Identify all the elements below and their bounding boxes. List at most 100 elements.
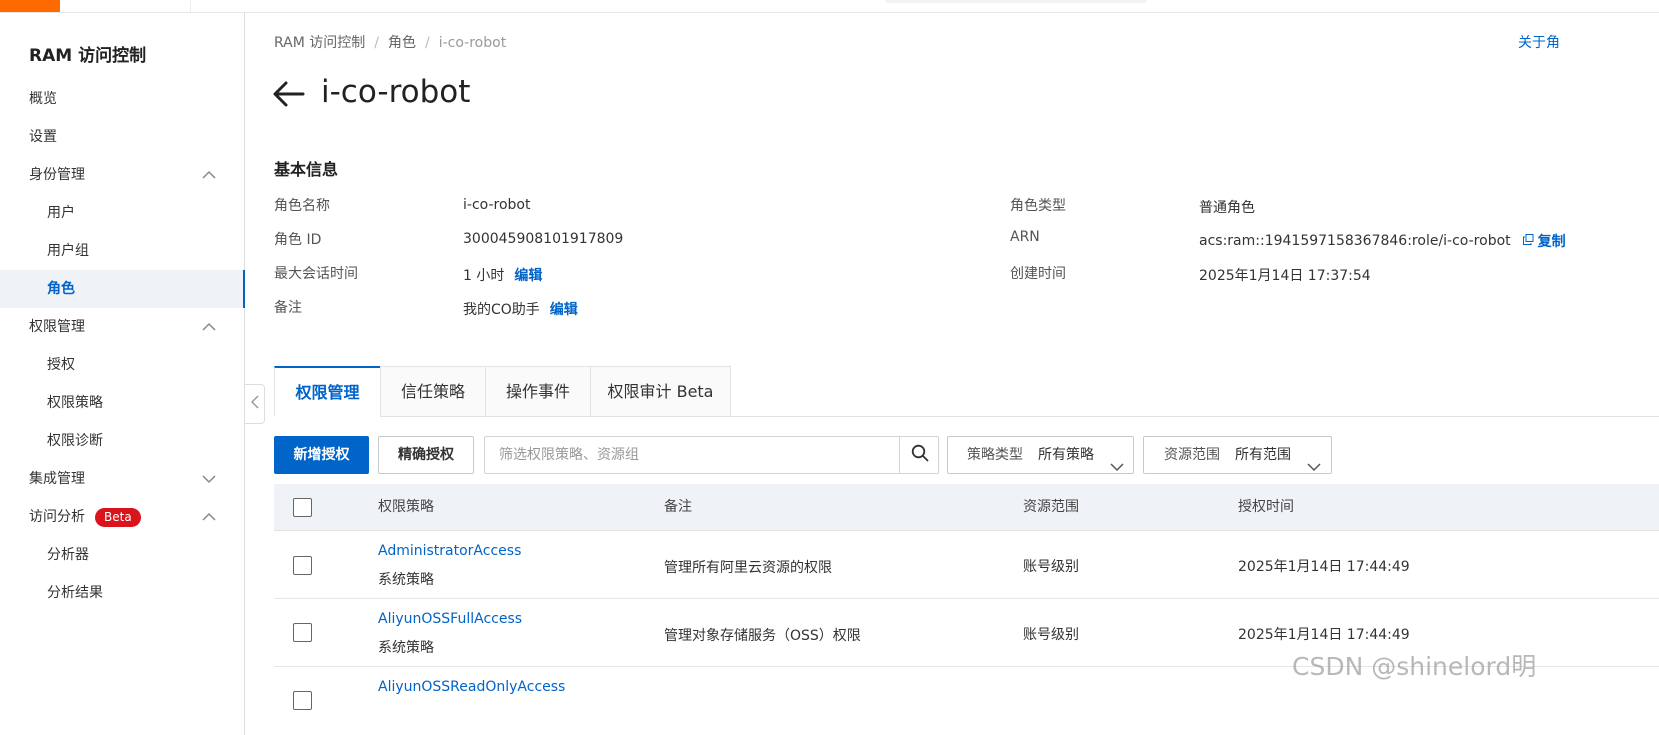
breadcrumb-item-ram[interactable]: RAM 访问控制: [274, 32, 365, 52]
sidebar-item-policies[interactable]: 权限策略: [0, 384, 245, 422]
role-name-label: 角色名称: [274, 198, 330, 214]
edit-max-session-button[interactable]: 编辑: [514, 268, 542, 284]
sidebar-item-grants[interactable]: 授权: [0, 346, 245, 384]
watermark: CSDN @shinelord明: [1292, 652, 1537, 681]
row-checkbox[interactable]: [293, 691, 312, 710]
chevron-left-icon: [250, 395, 259, 413]
max-session-field: 1 小时 编辑: [463, 265, 542, 285]
arn-label: ARN: [1010, 229, 1040, 245]
role-id-label: 角色 ID: [274, 232, 322, 248]
chevron-down-icon: [1307, 450, 1321, 486]
policy-name-link[interactable]: AdministratorAccess: [378, 543, 521, 559]
sidebar-item-settings[interactable]: 设置: [0, 118, 245, 156]
beta-badge: Beta: [95, 508, 141, 527]
policy-name[interactable]: AdministratorAccess: [378, 543, 521, 559]
sidebar-group-permissions[interactable]: 权限管理: [0, 308, 245, 346]
sidebar: RAM 访问控制 概览 设置 身份管理 用户 用户组 角色 权限管理 授权 权限…: [0, 13, 245, 735]
column-header-time: 授权时间: [1238, 499, 1294, 515]
sidebar-item-analysis-results[interactable]: 分析结果: [0, 574, 245, 612]
policy-name-link[interactable]: AliyunOSSFullAccess: [378, 611, 522, 627]
grant-time: 2025年1月14日 17:44:49: [1238, 559, 1410, 575]
chevron-up-icon: [202, 170, 216, 180]
resource-scope-value: 所有范围: [1235, 447, 1291, 463]
chevron-down-icon: [202, 474, 216, 484]
sidebar-group-access-analysis[interactable]: 访问分析 Beta: [0, 498, 245, 536]
sidebar-group-identity[interactable]: 身份管理: [0, 156, 245, 194]
select-all-checkbox[interactable]: [293, 498, 312, 517]
tab-trust-policy[interactable]: 信任策略: [380, 366, 485, 417]
row-checkbox[interactable]: [293, 623, 312, 642]
sidebar-item-analyzers[interactable]: 分析器: [0, 536, 245, 574]
sidebar-item-label: 分析结果: [47, 585, 103, 601]
resource-scope-select[interactable]: 资源范围 所有范围: [1143, 436, 1332, 474]
top-bar: [0, 0, 1659, 13]
table-header: 权限策略 备注 资源范围 授权时间: [274, 484, 1659, 531]
sidebar-title: RAM 访问控制: [29, 46, 147, 66]
remark-field: 我的CO助手 编辑: [463, 299, 578, 319]
chevron-up-icon: [202, 322, 216, 332]
sidebar-item-label: 用户: [47, 205, 75, 221]
sidebar-item-label: 用户组: [47, 243, 89, 259]
tab-operation-events[interactable]: 操作事件: [485, 366, 590, 417]
sidebar-item-label: 权限管理: [29, 319, 85, 335]
column-header-scope: 资源范围: [1023, 499, 1079, 515]
role-type-value: 普通角色: [1199, 200, 1255, 216]
sidebar-collapse-handle[interactable]: [245, 384, 265, 424]
doc-link[interactable]: 关于角: [1518, 32, 1560, 52]
sidebar-item-label: 分析器: [47, 547, 89, 563]
sidebar-item-label: 集成管理: [29, 471, 85, 487]
policy-search-input[interactable]: [485, 437, 899, 473]
sidebar-item-user-groups[interactable]: 用户组: [0, 232, 245, 270]
sidebar-group-integration[interactable]: 集成管理: [0, 460, 245, 498]
max-session-label: 最大会话时间: [274, 266, 358, 282]
back-arrow-icon[interactable]: [272, 80, 306, 108]
row-checkbox[interactable]: [293, 556, 312, 575]
precise-grant-button[interactable]: 精确授权: [378, 436, 474, 474]
policy-type-value: 所有策略: [1038, 447, 1094, 463]
sidebar-item-label: 设置: [29, 129, 57, 145]
add-grant-button[interactable]: 新增授权: [274, 436, 369, 474]
breadcrumb-separator: /: [374, 35, 379, 51]
created-time-label: 创建时间: [1010, 266, 1066, 282]
tab-permission-audit[interactable]: 权限审计 Beta: [590, 366, 731, 417]
policy-remark: 管理对象存储服务（OSS）权限: [664, 628, 861, 644]
policy-type: 系统策略: [378, 640, 434, 656]
resource-scope-label: 资源范围: [1164, 447, 1220, 463]
brand-logo[interactable]: [0, 0, 60, 12]
tab-permissions[interactable]: 权限管理: [274, 366, 380, 417]
sidebar-item-roles[interactable]: 角色: [0, 270, 245, 308]
top-bar-divider: [190, 0, 191, 12]
remark-value: 我的CO助手: [463, 302, 540, 318]
max-session-value: 1 小时: [463, 268, 505, 284]
edit-remark-button[interactable]: 编辑: [550, 302, 578, 318]
search-button[interactable]: [899, 437, 939, 473]
table-row: AdministratorAccess 系统策略 管理所有阿里云资源的权限 账号…: [274, 531, 1659, 599]
copy-icon: [1522, 233, 1534, 249]
sidebar-item-label: 权限诊断: [47, 433, 103, 449]
copy-arn-button[interactable]: 复制: [1522, 231, 1566, 251]
sidebar-item-label: 角色: [47, 281, 75, 297]
chevron-down-icon: [1110, 450, 1124, 486]
role-id-value: 300045908101917809: [463, 231, 624, 247]
policy-type-label: 策略类型: [967, 447, 1023, 463]
sidebar-item-overview[interactable]: 概览: [0, 80, 245, 118]
sidebar-item-label: 授权: [47, 357, 75, 373]
role-type-label: 角色类型: [1010, 198, 1066, 214]
sidebar-item-label: 权限策略: [47, 395, 103, 411]
section-title-basic-info: 基本信息: [274, 160, 339, 179]
policy-name[interactable]: AliyunOSSFullAccess: [378, 611, 522, 627]
chevron-up-icon: [202, 512, 216, 522]
sidebar-item-diagnosis[interactable]: 权限诊断: [0, 422, 245, 460]
remark-label: 备注: [274, 300, 302, 316]
policy-name[interactable]: AliyunOSSReadOnlyAccess: [378, 679, 565, 695]
sidebar-item-users[interactable]: 用户: [0, 194, 245, 232]
top-search-ghost: [886, 0, 1146, 3]
sidebar-item-label: 访问分析: [29, 509, 85, 525]
created-time-value: 2025年1月14日 17:37:54: [1199, 268, 1371, 284]
policy-type-select[interactable]: 策略类型 所有策略: [947, 436, 1134, 474]
resource-scope: 账号级别: [1023, 559, 1079, 575]
breadcrumb-item-roles[interactable]: 角色: [388, 32, 416, 52]
policy-name-link[interactable]: AliyunOSSReadOnlyAccess: [378, 679, 565, 695]
breadcrumb-separator: /: [425, 35, 430, 51]
column-header-remark: 备注: [664, 499, 692, 515]
